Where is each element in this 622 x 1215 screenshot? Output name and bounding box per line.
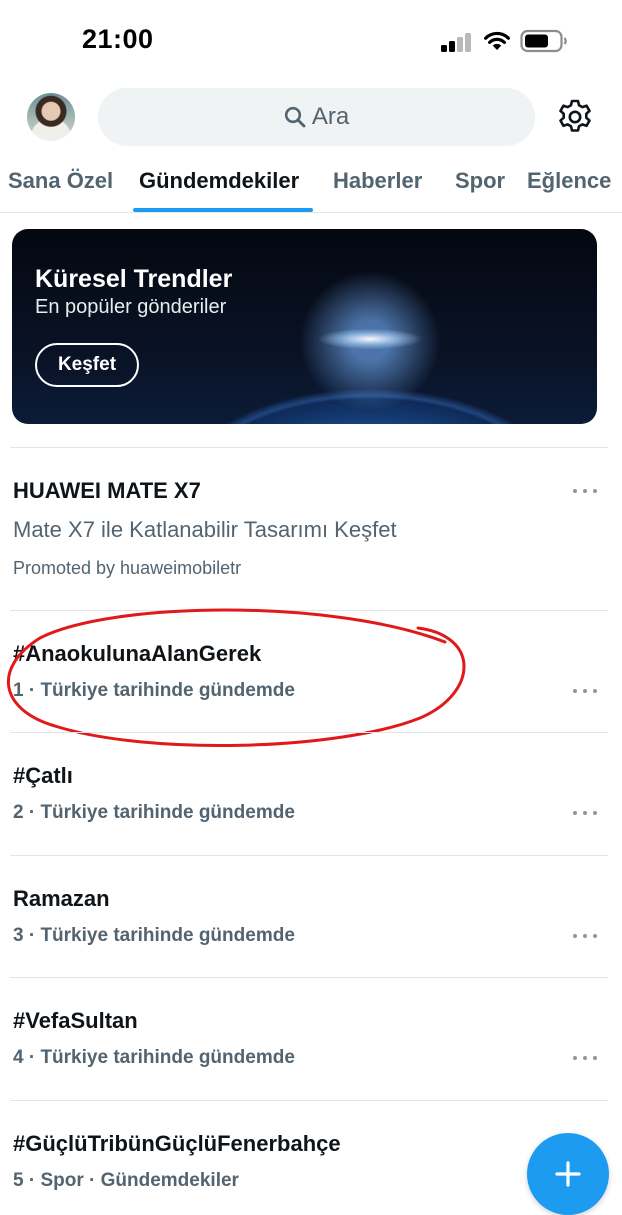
more-options-icon[interactable]	[573, 931, 597, 941]
trend-title[interactable]: Ramazan	[13, 886, 110, 912]
trend-meta: 1 · Türkiye tarihinde gündemde	[13, 680, 295, 701]
divider	[10, 1100, 608, 1101]
cellular-signal-icon	[441, 32, 473, 52]
trend-meta: 4 · Türkiye tarihinde gündemde	[13, 1047, 295, 1068]
promoted-description[interactable]: Mate X7 ile Katlanabilir Tasarımı Keşfet	[13, 517, 397, 543]
more-options-icon[interactable]	[573, 808, 597, 818]
divider	[10, 977, 608, 978]
trend-meta: 3 · Türkiye tarihinde gündemde	[13, 925, 295, 946]
plus-icon	[555, 1161, 581, 1187]
divider	[10, 610, 608, 611]
tab-bar: Sana Özel Gündemdekiler Haberler Spor Eğ…	[0, 160, 622, 213]
more-options-icon[interactable]	[573, 486, 597, 496]
trend-meta: 2 · Türkiye tarihinde gündemde	[13, 802, 295, 823]
global-trends-banner[interactable]: Küresel Trendler En popüler gönderiler K…	[12, 229, 597, 424]
divider	[10, 855, 608, 856]
explore-button[interactable]: Keşfet	[35, 343, 139, 387]
search-bar[interactable]: Ara	[98, 88, 535, 146]
profile-avatar[interactable]	[27, 93, 75, 141]
search-placeholder: Ara	[311, 103, 350, 130]
search-icon	[284, 106, 306, 128]
banner-subtitle: En popüler gönderiler	[35, 296, 227, 318]
wifi-icon	[484, 31, 510, 50]
promoted-title[interactable]: HUAWEI MATE X7	[13, 478, 201, 504]
trend-title[interactable]: #VefaSultan	[13, 1008, 138, 1034]
more-options-icon[interactable]	[573, 686, 597, 696]
status-time: 21:00	[82, 24, 154, 54]
trend-title[interactable]: #GüçlüTribünGüçlüFenerbahçe	[13, 1131, 341, 1157]
more-options-icon[interactable]	[573, 1053, 597, 1063]
tab-eglence[interactable]: Eğlence	[527, 168, 611, 194]
tab-sana-ozel[interactable]: Sana Özel	[8, 168, 113, 194]
compose-post-button[interactable]	[527, 1133, 609, 1215]
battery-icon	[520, 29, 567, 53]
trend-title[interactable]: #AnaokulunaAlanGerek	[13, 641, 261, 667]
settings-gear-icon[interactable]	[556, 98, 594, 136]
active-tab-indicator	[133, 208, 313, 212]
status-bar: 21:00	[0, 0, 622, 85]
tab-spor[interactable]: Spor	[455, 168, 505, 194]
divider	[10, 447, 608, 448]
divider	[10, 732, 608, 733]
promoted-byline: Promoted by huaweimobiletr	[13, 558, 242, 578]
banner-title: Küresel Trendler	[35, 265, 233, 293]
trend-meta: 5 · Spor · Gündemdekiler	[13, 1170, 239, 1191]
tab-haberler[interactable]: Haberler	[333, 168, 422, 194]
trend-title[interactable]: #Çatlı	[13, 763, 73, 789]
tab-gundemdekiler[interactable]: Gündemdekiler	[139, 168, 299, 194]
